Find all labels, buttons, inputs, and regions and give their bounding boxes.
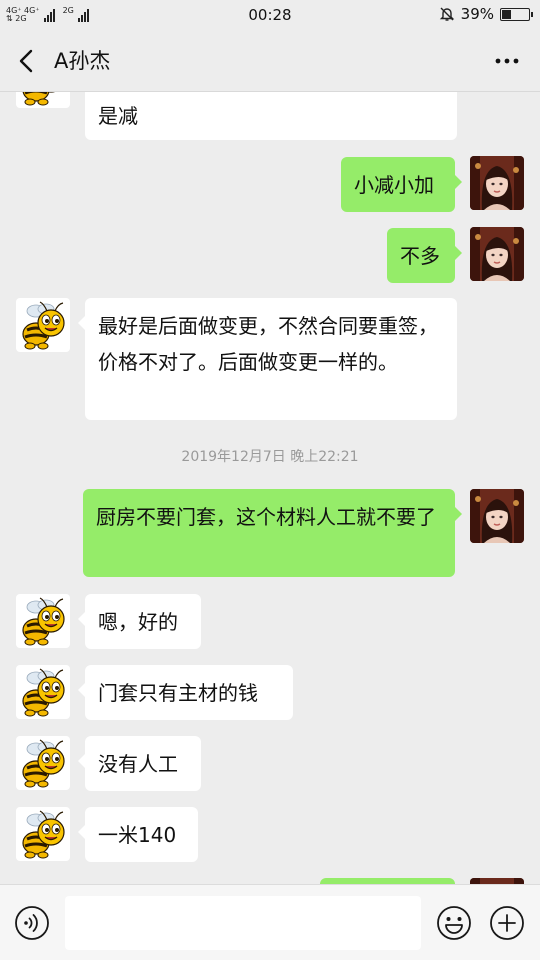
message-text: 小减小加 [354,173,434,197]
chevron-left-icon[interactable] [12,46,42,76]
battery-percent: 39% [460,5,494,23]
avatar-girl[interactable] [470,489,524,543]
message-text: 不多 [400,244,440,268]
input-bar [0,884,540,960]
message-text: 门套只有主材的钱 [98,681,258,705]
avatar-girl[interactable] [470,227,524,281]
battery-icon [500,7,533,21]
emoji-icon[interactable] [436,905,472,941]
message-text: 厨房不要门套，这个材料人工就不要了 [96,505,436,529]
mute-bell-icon [439,7,454,21]
message-bubble[interactable]: 门套只有主材的钱 [78,665,293,720]
message-text: 最好是后面做变更，不然合同要重签，价格不对了。后面做变更一样的。 [98,314,438,374]
message-bubble[interactable]: 不多 [387,228,462,283]
message-bubble[interactable]: 厨房不要门套，这个材料人工就不要了 [83,489,462,577]
status-bar: 4G⁺ 4G⁺ ⇅ 2G 2G 00:28 39% [0,0,540,30]
avatar-girl[interactable] [470,156,524,210]
message-bubble[interactable]: 小减小加 [341,157,462,212]
chat-area[interactable]: 是减 小减小加 不多 最好是后面做变更，不然合同要重签，价格不对了。后面做变更一… [0,92,540,884]
avatar-bee[interactable] [16,92,70,108]
message-bubble[interactable]: 一米140 [78,807,198,862]
message-text: 没有人工 [98,752,178,776]
avatar-bee[interactable] [16,298,70,352]
message-text: 是减 [98,104,138,128]
message-bubble[interactable]: 嗯，好的 [78,594,201,649]
chat-header: A孙杰 [0,30,540,92]
message-text: 一米140 [98,823,177,847]
chat-title: A孙杰 [54,49,111,73]
message-timestamp: 2019年12月7日 晚上22:21 [181,449,359,465]
message-text: 嗯，好的 [98,610,178,634]
plus-icon[interactable] [489,905,525,941]
voice-icon[interactable] [14,905,50,941]
avatar-bee[interactable] [16,807,70,861]
message-bubble[interactable]: 是减 [85,92,457,140]
avatar-bee[interactable] [16,594,70,648]
more-dots-icon[interactable] [492,46,522,76]
avatar-bee[interactable] [16,736,70,790]
message-bubble[interactable]: 最好是后面做变更，不然合同要重签，价格不对了。后面做变更一样的。 [78,298,457,420]
avatar-bee[interactable] [16,665,70,719]
message-input[interactable] [65,896,421,950]
message-bubble[interactable]: 没有人工 [78,736,201,791]
